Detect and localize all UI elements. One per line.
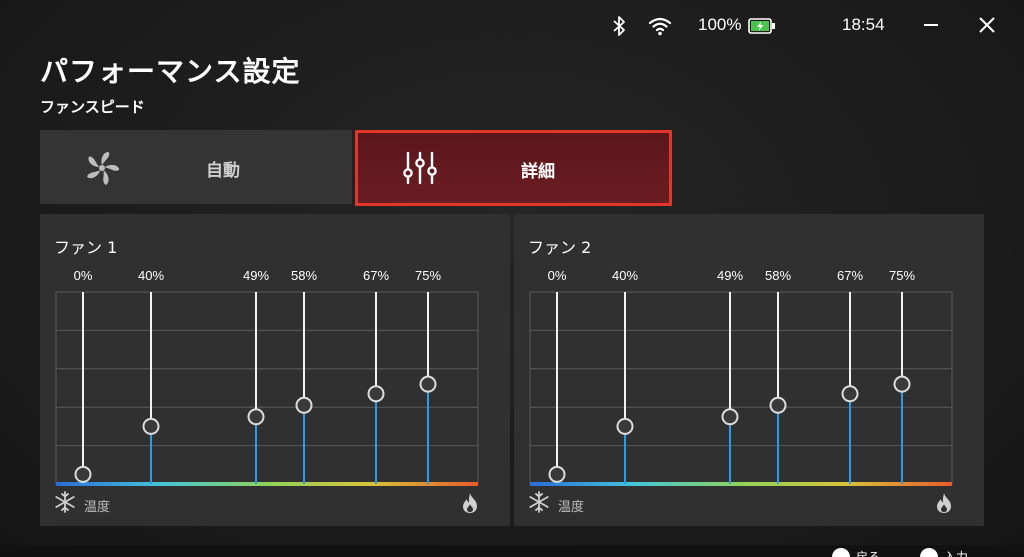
fan-speed-slider[interactable]: 75% (415, 268, 441, 484)
battery-percent: 100% (698, 15, 742, 34)
flame-icon (934, 492, 954, 518)
performance-settings-screen: 100% 18:54 パフォーマンス設定 ファンスピード 自動 詳細 ファン 1… (0, 0, 1024, 557)
slider-value-label: 40% (138, 268, 164, 283)
slider-handle (548, 465, 566, 483)
fan-speed-slider[interactable]: 67% (837, 268, 863, 484)
slider-value-label: 75% (415, 268, 441, 283)
snowflake-icon (54, 491, 76, 517)
fan-speed-slider[interactable]: 58% (765, 268, 791, 484)
temperature-gradient-bar (56, 482, 478, 486)
slider-value-label: 0% (548, 268, 567, 283)
slider-value-label: 58% (765, 268, 791, 283)
chart-frame (529, 291, 953, 485)
slider-handle (74, 465, 92, 483)
slider-handle (419, 375, 437, 393)
status-bar: 100% 18:54 (600, 12, 1004, 42)
page-subtitle: ファンスピード (40, 98, 145, 116)
slider-value-label: 49% (243, 268, 269, 283)
tab-auto-label: 自動 (206, 161, 240, 181)
minimize-button[interactable] (918, 12, 944, 38)
slider-handle (721, 408, 739, 426)
slider-value-label: 67% (363, 268, 389, 283)
slider-value-label: 75% (889, 268, 915, 283)
fan-speed-slider[interactable]: 75% (889, 268, 915, 484)
sliders-icon (402, 151, 438, 189)
fan-speed-slider[interactable]: 49% (717, 268, 743, 484)
slider-handle (142, 417, 160, 435)
temperature-gradient-bar (530, 482, 952, 486)
close-icon (979, 17, 995, 33)
fan-panel-2: ファン 2 0% 40% 49% 58% 67% 75% 温度 (514, 214, 984, 526)
page-title: パフォーマンス設定 (40, 55, 301, 88)
fan-speed-slider[interactable]: 49% (243, 268, 269, 484)
slider-handle (769, 396, 787, 414)
minimize-icon (924, 24, 938, 26)
temperature-label: 温度 (84, 500, 111, 515)
fan-speed-slider[interactable]: 40% (612, 268, 638, 484)
flame-icon (460, 492, 480, 518)
slider-value-label: 49% (717, 268, 743, 283)
fan-mode-tabs: 自動 詳細 (40, 130, 672, 206)
fan-speed-slider[interactable]: 40% (138, 268, 164, 484)
slider-value-label: 40% (612, 268, 638, 283)
battery-charging-icon (748, 18, 776, 38)
clock: 18:54 (842, 15, 885, 34)
fan-speed-slider[interactable]: 58% (291, 268, 317, 484)
snowflake-icon (528, 491, 550, 517)
fan-icon (84, 150, 120, 190)
slider-value-label: 67% (837, 268, 863, 283)
fan-curve-chart-1[interactable]: 0% 40% 49% 58% 67% 75% (40, 214, 510, 526)
slider-handle (893, 375, 911, 393)
temperature-label: 温度 (558, 500, 585, 515)
slider-value-label: 58% (291, 268, 317, 283)
wifi-icon (648, 16, 672, 40)
slider-handle (616, 417, 634, 435)
tab-detail-label: 詳細 (521, 162, 555, 182)
slider-value-label: 0% (74, 268, 93, 283)
chart-frame (55, 291, 479, 485)
slider-handle (841, 385, 859, 403)
fan-speed-slider[interactable]: 0% (74, 268, 93, 484)
slider-handle (367, 385, 385, 403)
slider-handle (247, 408, 265, 426)
bluetooth-icon (612, 15, 626, 41)
slider-handle (295, 396, 313, 414)
close-button[interactable] (974, 12, 1000, 38)
fan-panel-1: ファン 1 0% 40% 49% 58% 67% 75% 温度 (40, 214, 510, 526)
fan-curve-chart-2[interactable]: 0% 40% 49% 58% 67% 75% (514, 214, 984, 526)
back-hint-label: 戻る (856, 550, 881, 557)
fan-speed-slider[interactable]: 0% (548, 268, 567, 484)
tab-detail[interactable]: 詳細 (355, 130, 672, 206)
tab-auto[interactable]: 自動 (40, 130, 352, 204)
fan-speed-slider[interactable]: 67% (363, 268, 389, 484)
enter-hint-label: 入力 (944, 550, 969, 557)
